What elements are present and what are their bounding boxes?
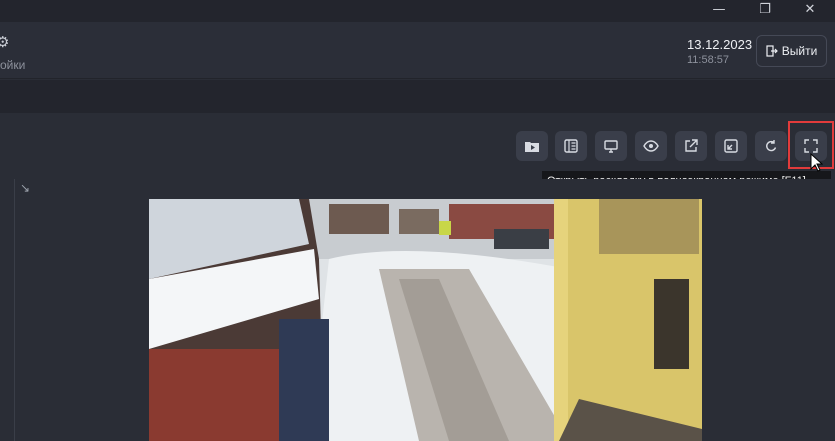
title-bar: — ❐ ✕ [0,0,835,22]
close-window-button[interactable]: ✕ [787,0,833,22]
gear-icon[interactable]: ⚙ [0,33,9,51]
folder-play-icon [525,142,539,152]
layout-list-button[interactable] [555,131,587,161]
snowy-yard-image [149,199,702,441]
restore-button[interactable]: ❐ [742,0,788,22]
current-date: 13.12.2023 [687,37,753,52]
expand-arrow-icon[interactable]: ↘ [20,181,30,195]
logout-label: Выйти [781,44,818,58]
sub-bar [0,80,835,113]
current-time: 11:58:57 [687,54,730,66]
minimize-view-button[interactable] [715,131,747,161]
export-icon [685,139,698,152]
logout-icon [766,45,778,57]
mouse-cursor-icon [810,153,823,172]
eye-icon [643,140,659,152]
minimize-button[interactable]: — [696,0,742,22]
monitor-icon [604,140,618,153]
exit-fullscreen-icon [724,139,738,153]
logout-button[interactable]: Выйти [756,35,827,67]
refresh-button[interactable] [755,131,787,161]
monitor-button[interactable] [595,131,627,161]
layout-list-icon [564,139,578,153]
open-archive-button[interactable] [516,131,548,161]
export-button[interactable] [675,131,707,161]
camera-cell-header [15,179,835,199]
settings-label[interactable]: ойки [0,58,25,72]
camera-feed[interactable] [149,199,702,441]
left-panel [0,179,15,441]
view-button[interactable] [635,131,667,161]
refresh-icon [766,140,777,152]
layout-toolbar [0,113,835,179]
